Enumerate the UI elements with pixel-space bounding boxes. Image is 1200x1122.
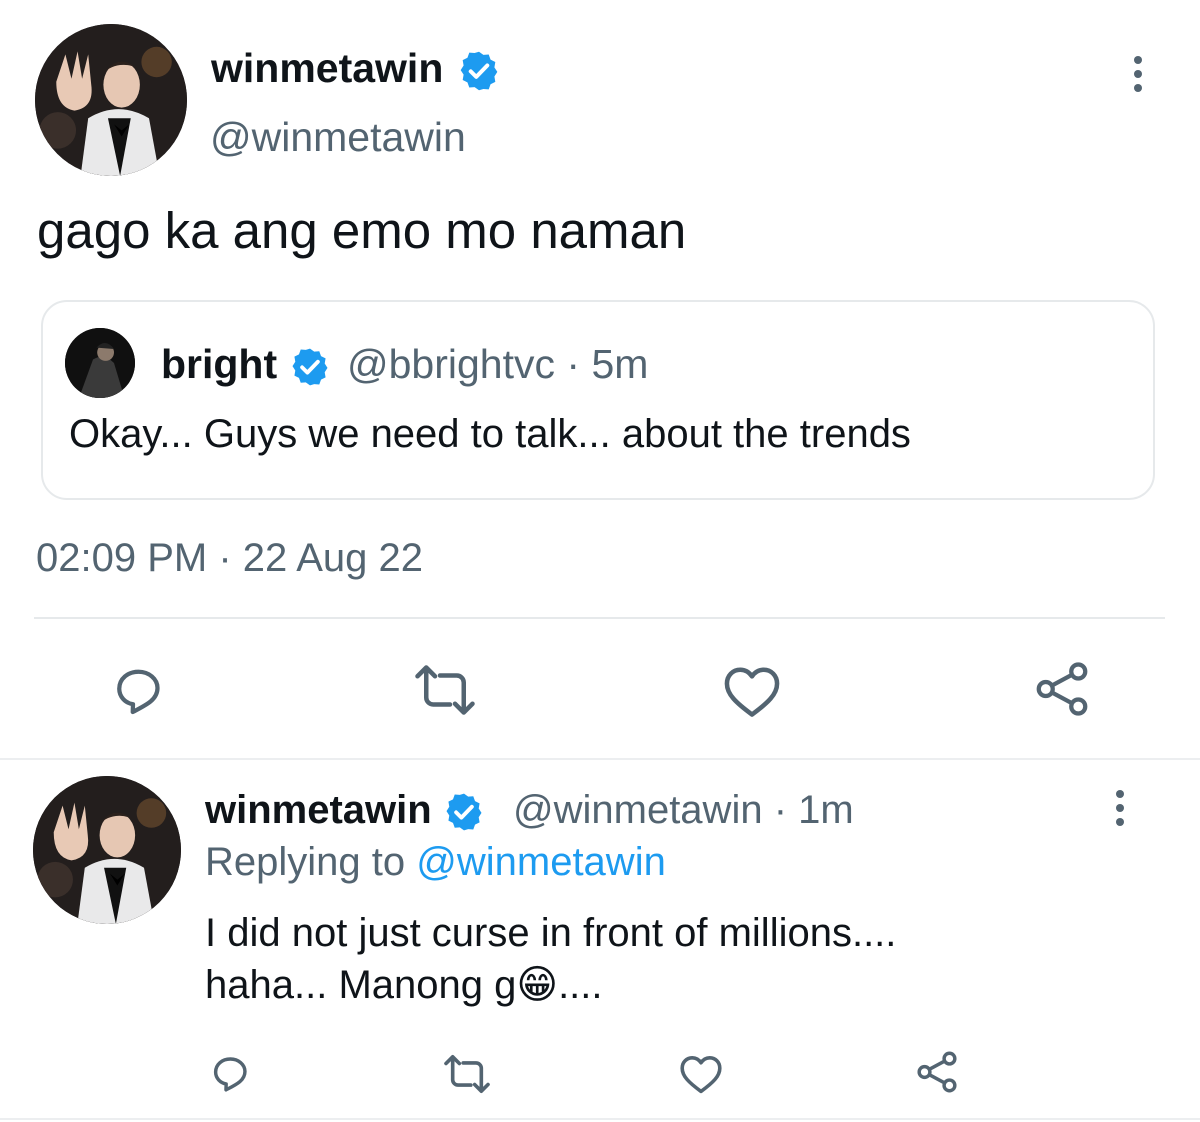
profile-photo-icon — [35, 24, 187, 176]
quoted-text: Okay... Guys we need to talk... about th… — [69, 412, 911, 456]
reply-meta: @winmetawin · 1m — [513, 786, 854, 834]
like-icon[interactable] — [720, 660, 784, 720]
reply-display-name[interactable]: winmetawin — [205, 786, 485, 834]
reply-text-line-2: haha... Manong g😁.... — [205, 963, 603, 1007]
replying-to-link[interactable]: @winmetawin — [416, 840, 666, 884]
quoted-display-name[interactable]: bright — [161, 339, 331, 389]
more-options-icon[interactable] — [1115, 790, 1125, 826]
tweet-text: gago ka ang emo mo naman — [37, 202, 687, 259]
reply-icon[interactable] — [207, 1050, 253, 1096]
display-name[interactable]: winmetawin — [211, 44, 501, 93]
separator: · — [773, 788, 788, 832]
quoted-meta: @bbrightvc · 5m — [347, 339, 648, 389]
quoted-time: 5m — [591, 341, 649, 387]
share-icon[interactable] — [914, 1048, 960, 1096]
replying-to: Replying to @winmetawin — [205, 840, 666, 884]
verified-badge-icon — [457, 49, 501, 93]
share-icon[interactable] — [1032, 658, 1092, 720]
retweet-icon[interactable] — [440, 1053, 494, 1095]
profile-photo-icon — [33, 776, 181, 924]
verified-badge-icon — [289, 346, 331, 388]
reply-text-line-1: I did not just curse in front of million… — [205, 911, 897, 955]
divider — [34, 617, 1165, 619]
separator: · — [566, 341, 581, 387]
quoted-handle[interactable]: @bbrightvc — [347, 341, 555, 387]
retweet-icon[interactable] — [410, 662, 480, 718]
bottom-divider — [0, 1118, 1200, 1120]
reply-icon[interactable] — [108, 660, 168, 720]
reply-time: 1m — [798, 788, 854, 832]
reply-handle[interactable]: @winmetawin — [513, 788, 763, 832]
grinning-emoji-icon: 😁 — [516, 963, 559, 1007]
more-options-icon[interactable] — [1133, 56, 1143, 92]
section-divider — [0, 758, 1200, 760]
quoted-profile-photo-icon — [65, 328, 135, 398]
quoted-avatar[interactable] — [65, 328, 135, 398]
tweet-timestamp: 02:09 PM · 22 Aug 22 — [36, 536, 423, 580]
avatar[interactable] — [35, 24, 187, 176]
handle[interactable]: @winmetawin — [210, 113, 466, 161]
reply-avatar[interactable] — [33, 776, 181, 924]
verified-badge-icon — [443, 791, 485, 833]
quoted-tweet-card[interactable] — [41, 300, 1155, 500]
like-icon[interactable] — [677, 1050, 725, 1096]
